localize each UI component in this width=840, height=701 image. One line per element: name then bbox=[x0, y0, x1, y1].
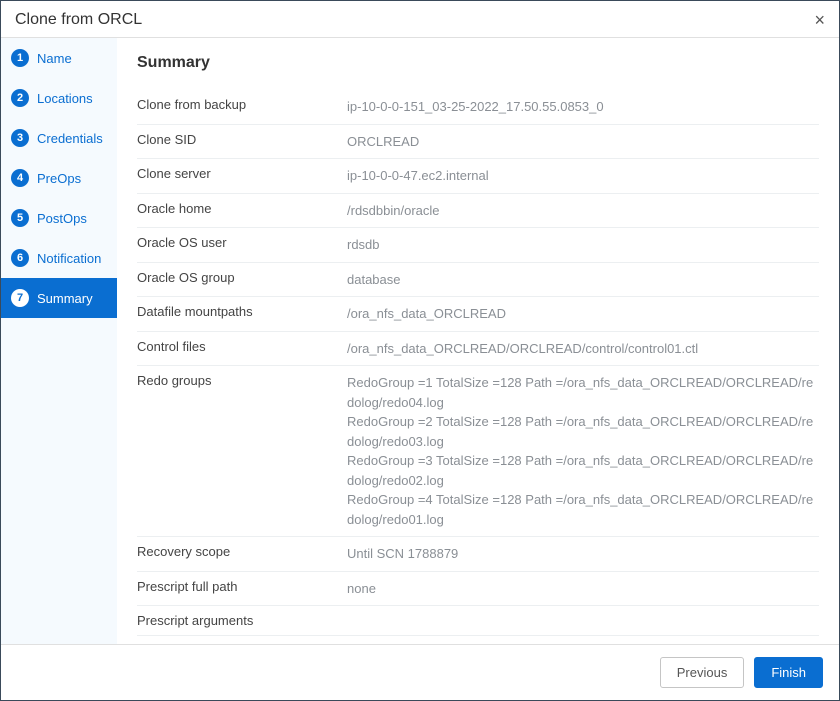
summary-row: Control files/ora_nfs_data_ORCLREAD/ORCL… bbox=[137, 332, 819, 367]
previous-button[interactable]: Previous bbox=[660, 657, 745, 688]
row-label: Oracle home bbox=[137, 201, 347, 216]
step-number-badge: 7 bbox=[11, 289, 29, 307]
step-label: PostOps bbox=[37, 211, 87, 226]
summary-row: Recovery scopeUntil SCN 1788879 bbox=[137, 537, 819, 572]
finish-button[interactable]: Finish bbox=[754, 657, 823, 688]
row-value: ip-10-0-0-151_03-25-2022_17.50.55.0853_0 bbox=[347, 97, 819, 117]
dialog-title: Clone from ORCL bbox=[15, 11, 142, 29]
step-number-badge: 2 bbox=[11, 89, 29, 107]
row-value-line: RedoGroup =2 TotalSize =128 Path =/ora_n… bbox=[347, 412, 819, 451]
wizard-step-locations[interactable]: 2 Locations bbox=[1, 78, 117, 118]
row-value: database bbox=[347, 270, 819, 290]
summary-row: Postscript full pathnone bbox=[137, 636, 819, 644]
row-value-line: RedoGroup =1 TotalSize =128 Path =/ora_n… bbox=[347, 373, 819, 412]
row-value: rdsdb bbox=[347, 235, 819, 255]
step-number-badge: 5 bbox=[11, 209, 29, 227]
row-value: none bbox=[347, 579, 819, 599]
step-number-badge: 6 bbox=[11, 249, 29, 267]
row-label: Prescript full path bbox=[137, 579, 347, 594]
row-value: Until SCN 1788879 bbox=[347, 544, 819, 564]
row-label: Prescript arguments bbox=[137, 613, 347, 628]
step-number-badge: 3 bbox=[11, 129, 29, 147]
wizard-step-preops[interactable]: 4 PreOps bbox=[1, 158, 117, 198]
step-label: Locations bbox=[37, 91, 93, 106]
summary-row: Redo groupsRedoGroup =1 TotalSize =128 P… bbox=[137, 366, 819, 537]
step-number-badge: 4 bbox=[11, 169, 29, 187]
summary-row: Datafile mountpaths/ora_nfs_data_ORCLREA… bbox=[137, 297, 819, 332]
row-label: Redo groups bbox=[137, 373, 347, 388]
summary-rows: Clone from backupip-10-0-0-151_03-25-202… bbox=[137, 90, 819, 644]
summary-row: Prescript arguments bbox=[137, 606, 819, 636]
step-number-badge: 1 bbox=[11, 49, 29, 67]
summary-row: Clone SIDORCLREAD bbox=[137, 125, 819, 160]
summary-row: Oracle home/rdsdbbin/oracle bbox=[137, 194, 819, 229]
step-label: PreOps bbox=[37, 171, 81, 186]
row-value: /rdsdbbin/oracle bbox=[347, 201, 819, 221]
row-value-line: RedoGroup =4 TotalSize =128 Path =/ora_n… bbox=[347, 490, 819, 529]
step-label: Summary bbox=[37, 291, 93, 306]
row-label: Clone from backup bbox=[137, 97, 347, 112]
wizard-step-credentials[interactable]: 3 Credentials bbox=[1, 118, 117, 158]
row-value: /ora_nfs_data_ORCLREAD bbox=[347, 304, 819, 324]
row-label: Clone server bbox=[137, 166, 347, 181]
row-value-line: RedoGroup =3 TotalSize =128 Path =/ora_n… bbox=[347, 451, 819, 490]
summary-row: Prescript full pathnone bbox=[137, 572, 819, 607]
summary-row: Clone from backupip-10-0-0-151_03-25-202… bbox=[137, 90, 819, 125]
titlebar: Clone from ORCL × bbox=[1, 1, 839, 38]
summary-row: Oracle OS groupdatabase bbox=[137, 263, 819, 298]
wizard-sidebar: 1 Name 2 Locations 3 Credentials 4 PreOps 5 PostO… bbox=[1, 38, 117, 644]
row-label: Control files bbox=[137, 339, 347, 354]
dialog-body: 1 Name 2 Locations 3 Credentials 4 PreOps 5 PostO… bbox=[1, 38, 839, 644]
wizard-step-name[interactable]: 1 Name bbox=[1, 38, 117, 78]
wizard-step-postops[interactable]: 5 PostOps bbox=[1, 198, 117, 238]
row-value: /ora_nfs_data_ORCLREAD/ORCLREAD/control/… bbox=[347, 339, 819, 359]
wizard-step-notification[interactable]: 6 Notification bbox=[1, 238, 117, 278]
summary-panel: Summary Clone from backupip-10-0-0-151_0… bbox=[117, 38, 839, 644]
panel-heading: Summary bbox=[137, 54, 819, 72]
row-label: Oracle OS group bbox=[137, 270, 347, 285]
row-label: Clone SID bbox=[137, 132, 347, 147]
step-label: Credentials bbox=[37, 131, 103, 146]
dialog-footer: Previous Finish bbox=[1, 644, 839, 700]
row-value: RedoGroup =1 TotalSize =128 Path =/ora_n… bbox=[347, 373, 819, 529]
summary-row: Clone serverip-10-0-0-47.ec2.internal bbox=[137, 159, 819, 194]
summary-row: Oracle OS userrdsdb bbox=[137, 228, 819, 263]
row-label: Datafile mountpaths bbox=[137, 304, 347, 319]
row-label: Recovery scope bbox=[137, 544, 347, 559]
row-value: ip-10-0-0-47.ec2.internal bbox=[347, 166, 819, 186]
wizard-step-summary[interactable]: 7 Summary bbox=[1, 278, 117, 318]
step-label: Name bbox=[37, 51, 72, 66]
row-value: ORCLREAD bbox=[347, 132, 819, 152]
step-label: Notification bbox=[37, 251, 101, 266]
row-label: Oracle OS user bbox=[137, 235, 347, 250]
close-icon[interactable]: × bbox=[814, 11, 825, 29]
